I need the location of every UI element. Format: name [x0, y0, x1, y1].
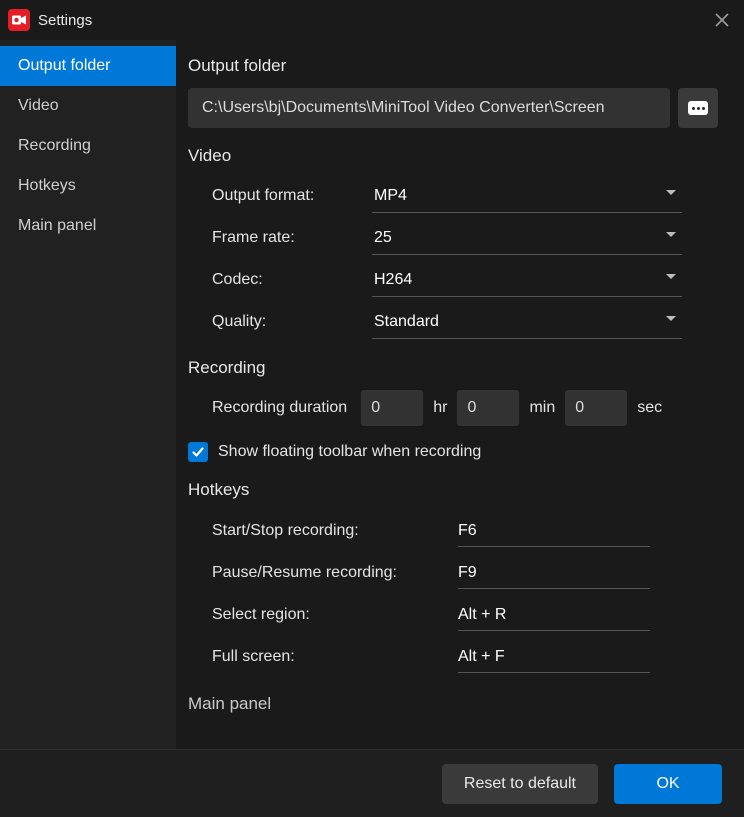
duration-hours-input[interactable]: 0 [361, 390, 423, 426]
check-icon [191, 445, 205, 459]
frame-rate-select[interactable]: 25 [372, 221, 682, 255]
duration-minutes-input[interactable]: 0 [457, 390, 519, 426]
app-logo-icon [8, 9, 30, 31]
duration-seconds-input[interactable]: 0 [565, 390, 627, 426]
hotkey-select-region-label: Select region: [212, 606, 458, 624]
titlebar: Settings [0, 0, 744, 40]
sidebar-item-video[interactable]: Video [0, 86, 176, 126]
duration-minutes-unit: min [529, 399, 555, 417]
sidebar-item-label: Video [18, 97, 59, 115]
hotkey-full-screen-label: Full screen: [212, 648, 458, 666]
sidebar-item-hotkeys[interactable]: Hotkeys [0, 166, 176, 206]
section-heading-hotkeys: Hotkeys [188, 480, 718, 500]
chevron-down-icon [666, 316, 676, 321]
codec-value: H264 [374, 271, 412, 289]
hotkey-full-screen-field[interactable]: Alt + F [458, 641, 650, 673]
section-heading-video: Video [188, 146, 718, 166]
quality-select[interactable]: Standard [372, 305, 682, 339]
sidebar-item-label: Recording [18, 137, 91, 155]
reset-to-default-button[interactable]: Reset to default [442, 764, 598, 804]
quality-value: Standard [374, 313, 439, 331]
hotkey-pause-resume-field[interactable]: F9 [458, 557, 650, 589]
browse-button[interactable] [678, 88, 718, 128]
hotkey-start-stop-field[interactable]: F6 [458, 515, 650, 547]
content-area: Output folder C:\Users\bj\Documents\Mini… [176, 40, 744, 749]
sidebar-item-label: Output folder [18, 57, 111, 75]
duration-hours-unit: hr [433, 399, 447, 417]
chevron-down-icon [666, 274, 676, 279]
chevron-down-icon [666, 232, 676, 237]
sidebar-item-main-panel[interactable]: Main panel [0, 206, 176, 246]
footer: Reset to default OK [0, 749, 744, 817]
sidebar-item-label: Hotkeys [18, 177, 76, 195]
show-floating-toolbar-label: Show floating toolbar when recording [218, 443, 481, 461]
output-path-text: C:\Users\bj\Documents\MiniTool Video Con… [202, 99, 605, 117]
recording-duration-label: Recording duration [212, 399, 347, 417]
sidebar-item-recording[interactable]: Recording [0, 126, 176, 166]
section-heading-output-folder: Output folder [188, 56, 718, 76]
close-button[interactable] [708, 6, 736, 34]
output-path-field[interactable]: C:\Users\bj\Documents\MiniTool Video Con… [188, 88, 670, 128]
codec-select[interactable]: H264 [372, 263, 682, 297]
output-format-select[interactable]: MP4 [372, 179, 682, 213]
output-format-value: MP4 [374, 187, 407, 205]
ellipsis-icon [688, 101, 708, 115]
section-heading-main-panel: Main panel [188, 694, 718, 714]
codec-label: Codec: [212, 271, 372, 289]
show-floating-toolbar-checkbox[interactable] [188, 442, 208, 462]
frame-rate-label: Frame rate: [212, 229, 372, 247]
settings-window: Settings Output folder Video Recording H… [0, 0, 744, 817]
section-heading-recording: Recording [188, 358, 718, 378]
quality-label: Quality: [212, 313, 372, 331]
duration-seconds-unit: sec [637, 399, 662, 417]
sidebar: Output folder Video Recording Hotkeys Ma… [0, 40, 176, 749]
output-format-label: Output format: [212, 187, 372, 205]
ok-button[interactable]: OK [614, 764, 722, 804]
hotkey-pause-resume-label: Pause/Resume recording: [212, 564, 458, 582]
hotkey-start-stop-label: Start/Stop recording: [212, 522, 458, 540]
hotkey-select-region-field[interactable]: Alt + R [458, 599, 650, 631]
sidebar-item-label: Main panel [18, 217, 96, 235]
chevron-down-icon [666, 190, 676, 195]
frame-rate-value: 25 [374, 229, 392, 247]
window-title: Settings [38, 12, 92, 29]
sidebar-item-output-folder[interactable]: Output folder [0, 46, 176, 86]
